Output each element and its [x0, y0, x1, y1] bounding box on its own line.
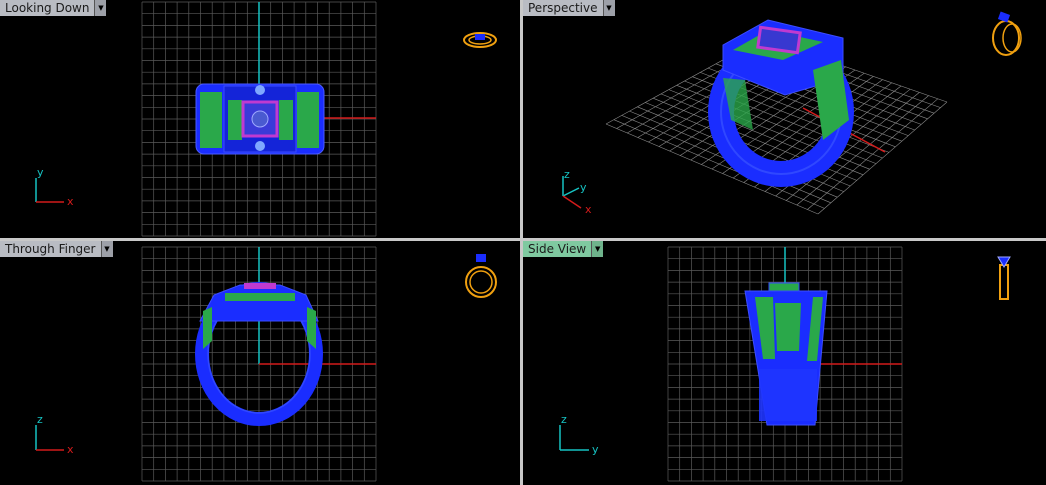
- viewport-label[interactable]: Perspective: [523, 0, 603, 16]
- ring-orientation-icon: [463, 32, 497, 48]
- viewport-canvas[interactable]: z x: [0, 241, 520, 485]
- z-axis-label: z: [37, 413, 43, 426]
- ring-orientation-icon: [992, 11, 1022, 56]
- viewport-tab[interactable]: Side View ▼: [523, 241, 604, 257]
- viewport-tab[interactable]: Through Finger ▼: [0, 241, 113, 257]
- chevron-down-icon[interactable]: ▼: [100, 241, 113, 257]
- x-axis-label: x: [585, 203, 592, 216]
- viewport-looking-down[interactable]: Looking Down ▼ y x: [0, 0, 520, 238]
- z-axis-label: z: [561, 413, 567, 426]
- y-axis-label: y: [37, 166, 44, 179]
- ring-orientation-icon: [997, 256, 1011, 300]
- viewport-through-finger[interactable]: Through Finger ▼ z x: [0, 241, 520, 485]
- viewport-canvas[interactable]: y x: [0, 0, 520, 238]
- axis-triad: z y: [559, 413, 599, 456]
- viewport-label[interactable]: Looking Down: [0, 0, 95, 16]
- chevron-down-icon[interactable]: ▼: [94, 0, 107, 16]
- viewport-tab[interactable]: Looking Down ▼: [0, 0, 107, 16]
- axis-triad: z y x: [562, 168, 592, 216]
- viewport-canvas[interactable]: z y: [523, 241, 1046, 485]
- ring-orientation-icon: [465, 254, 497, 298]
- axis-triad: z x: [35, 413, 74, 456]
- viewport-label[interactable]: Through Finger: [0, 241, 101, 257]
- viewport-side-view[interactable]: Side View ▼ z y: [523, 241, 1046, 485]
- chevron-down-icon[interactable]: ▼: [602, 0, 615, 16]
- ring-model[interactable]: [744, 282, 828, 426]
- chevron-down-icon[interactable]: ▼: [591, 241, 604, 257]
- viewport-perspective[interactable]: Perspective ▼ z y x: [523, 0, 1046, 238]
- y-axis-label: y: [580, 181, 587, 194]
- z-axis-label: z: [564, 168, 570, 181]
- axis-triad: y x: [35, 166, 74, 208]
- ring-model[interactable]: [195, 83, 325, 155]
- y-axis-label: y: [592, 443, 599, 456]
- viewport-canvas[interactable]: z y x: [523, 0, 1046, 238]
- viewport-tab[interactable]: Perspective ▼: [523, 0, 615, 16]
- x-axis-label: x: [67, 443, 74, 456]
- viewport-label[interactable]: Side View: [523, 241, 592, 257]
- x-axis-label: x: [67, 195, 74, 208]
